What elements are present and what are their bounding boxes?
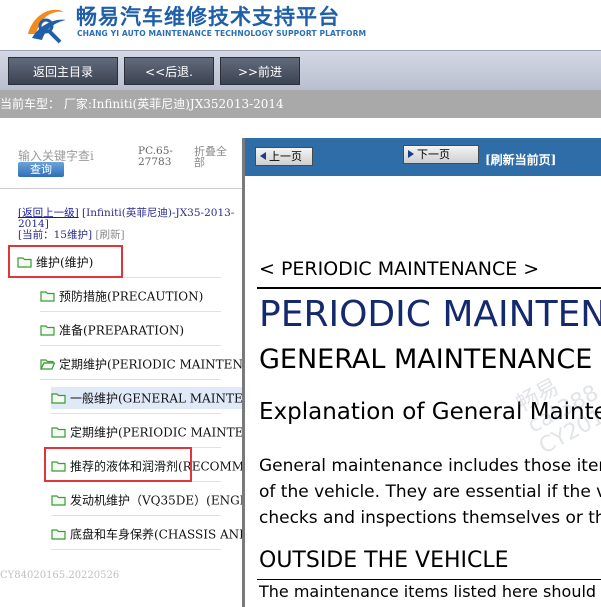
doc-code: PC.65-27783 — [138, 145, 173, 168]
folder-icon — [17, 256, 32, 268]
doc-paragraph-line: of the vehicle. They are essential if th… — [259, 482, 601, 502]
document-toolbar: 上一页 下一页 [刷新当前页] — [245, 138, 601, 176]
tree-item-label: 发动机维护（VQ35DE）(ENGINE MAINTENANCE) — [70, 493, 242, 508]
tree-item-label: 维护(维护) — [36, 255, 94, 270]
doc-heading: GENERAL MAINTENANCE — [259, 344, 593, 375]
tree-item[interactable]: 准备(PREPARATION) — [40, 319, 242, 341]
folder-icon — [51, 494, 66, 506]
doc-breadcrumb: < PERIODIC MAINTENANCE > — [259, 258, 540, 280]
arrow-left-icon — [260, 152, 266, 160]
tree-item[interactable]: 预防措施(PRECAUTION) — [40, 285, 242, 307]
doc-title: PERIODIC MAINTENANCE — [259, 294, 601, 335]
main-toolbar: 返回主目录 <<后退. >>前进 — [0, 50, 601, 90]
divider — [17, 277, 221, 278]
divider — [40, 311, 221, 312]
collapse-all-link[interactable]: 折叠全部 — [194, 146, 234, 168]
prev-page-label: 上一页 — [269, 150, 302, 163]
document-panel: 上一页 下一页 [刷新当前页] < PERIODIC MAINTENANCE >… — [245, 138, 601, 607]
tree-item[interactable]: 推荐的液体和润滑剂(RECOMMENDED FLUIDS AND LUBRICA… — [51, 455, 242, 477]
refresh-page-link[interactable]: [刷新当前页] — [485, 151, 556, 168]
tree-item[interactable]: 底盘和车身保养(CHASSIS AND BODY MAINTENANCE) — [51, 523, 242, 545]
left-panel: 查询 PC.65-27783 折叠全部 [返回上一级] [Infiniti(英菲… — [0, 138, 242, 607]
tree-item-label: 准备(PREPARATION) — [59, 323, 184, 338]
tree-item-root[interactable]: 维护(维护) — [17, 251, 122, 273]
divider — [40, 345, 221, 346]
doc-section-heading: OUTSIDE THE VEHICLE — [259, 548, 509, 573]
brand-title: 畅易汽车维修技术支持平台 — [76, 5, 340, 29]
tree-item[interactable]: 定期维护(PERIODIC MAINTENANCE) — [40, 353, 242, 375]
forward-button[interactable]: >>前进 — [220, 57, 300, 85]
search-button[interactable]: 查询 — [18, 162, 64, 177]
tree-item-label: 底盘和车身保养(CHASSIS AND BODY MAINTENANCE) — [70, 527, 242, 542]
folder-icon — [51, 392, 66, 404]
cy-logo-icon — [28, 9, 66, 44]
tree-item-label: 定期维护(PERIODIC MAINTENANCE) — [59, 357, 242, 372]
search-area: 查询 PC.65-27783 折叠全部 — [0, 138, 242, 186]
divider — [257, 579, 601, 580]
back-button[interactable]: <<后退. — [124, 57, 214, 85]
divider — [257, 287, 601, 289]
doc-paragraph-line: General maintenance includes those items… — [259, 456, 601, 476]
app-header: 畅易汽车维修技术支持平台 CHANG YI AUTO MAINTENANCE T… — [0, 0, 601, 50]
tree-item-label: 推荐的液体和润滑剂(RECOMMENDED FLUIDS AND LUBRICA… — [70, 459, 242, 474]
divider — [51, 549, 221, 550]
prev-page-button[interactable]: 上一页 — [255, 147, 313, 166]
footer-code: CY84020165.20220526 — [0, 570, 120, 581]
doc-subheading: Explanation of General Maintenance — [259, 399, 601, 425]
next-page-button[interactable]: 下一页 — [403, 145, 479, 164]
breadcrumb: [返回上一级] [Infiniti(英菲尼迪)-JX35-2013-2014] … — [18, 208, 236, 241]
folder-icon — [51, 460, 66, 472]
divider — [51, 447, 221, 448]
divider — [0, 188, 242, 189]
tree-item[interactable]: 发动机维护（VQ35DE）(ENGINE MAINTENANCE) — [51, 489, 242, 511]
divider — [51, 413, 221, 414]
breadcrumb-refresh-link[interactable]: [刷新] — [95, 229, 124, 241]
tree-item[interactable]: 定期维护(PERIODIC MAINTENANCE) — [51, 421, 242, 443]
next-page-label: 下一页 — [417, 148, 450, 161]
document-body: < PERIODIC MAINTENANCE > PERIODIC MAINTE… — [245, 176, 601, 607]
arrow-right-icon — [408, 150, 414, 158]
breadcrumb-current: [当前：15维护] — [18, 229, 93, 241]
tree-item-label: 预防措施(PRECAUTION) — [59, 289, 204, 304]
home-button[interactable]: 返回主目录 — [8, 57, 118, 85]
doc-paragraph-line: The maintenance items listed here should… — [259, 582, 601, 601]
brand-subtitle: CHANG YI AUTO MAINTENANCE TECHNOLOGY SUP… — [77, 29, 367, 38]
divider — [51, 515, 221, 516]
tree-item-label: 一般维护(GENERAL MAINTENANCE) — [70, 391, 242, 406]
folder-icon — [51, 528, 66, 540]
tree-item-label: 定期维护(PERIODIC MAINTENANCE) — [70, 425, 242, 440]
folder-open-icon — [40, 358, 55, 370]
tree-item-selected[interactable]: 一般维护(GENERAL MAINTENANCE) — [51, 387, 242, 409]
divider — [51, 481, 221, 482]
folder-icon — [40, 324, 55, 336]
current-model-bar: 当前车型： 厂家:Infiniti(英菲尼迪)JX352013-2014 — [0, 90, 601, 118]
folder-icon — [51, 426, 66, 438]
folder-icon — [40, 290, 55, 302]
spacer — [0, 118, 601, 138]
doc-paragraph-line: checks and inspections themselves or the… — [259, 508, 601, 528]
divider — [40, 379, 221, 380]
